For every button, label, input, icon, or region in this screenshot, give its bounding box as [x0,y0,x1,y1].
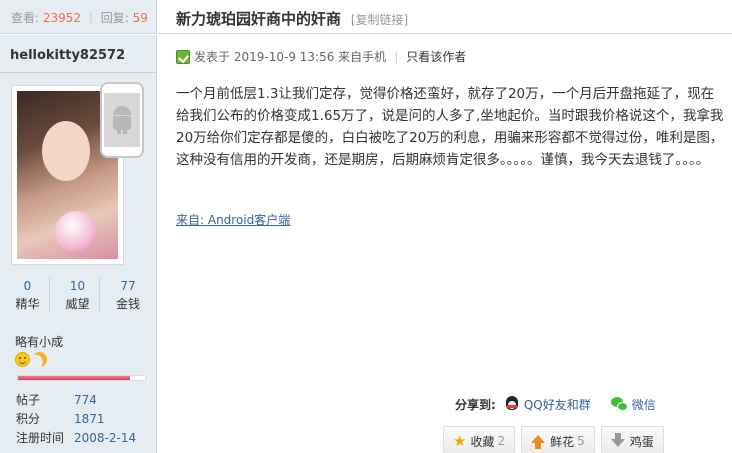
stat-value: 77 [120,279,136,293]
info-key: 注册时间 [16,431,65,445]
mobile-screen [104,93,140,147]
author-sidebar: hellokitty82572 0 精华 10 威望 77 金钱 略有小成 帖子… [0,35,157,453]
info-value[interactable]: 774 [74,391,97,410]
stat-label: 金钱 [115,297,140,311]
author-only-link[interactable]: 只看该作者 [406,48,466,65]
qq-icon[interactable] [504,396,520,413]
level-progress-bar [17,375,146,381]
egg-button[interactable]: 鸡蛋 [600,426,664,453]
info-key: 帖子 [16,393,41,407]
replies-label: 回复: [100,11,129,25]
posted-time: 2019-10-9 13:56 [233,49,335,64]
share-bar: 分享到: QQ好友和群 微信 [455,396,656,413]
flower-button[interactable]: 鲜花 5 [521,426,595,453]
mobile-badge [100,82,144,158]
views-label: 查看: [11,11,40,25]
stat-money[interactable]: 77 金钱 [106,277,150,313]
post-actions: ★ 收藏 2 鲜花 5 鸡蛋 [443,426,664,453]
smiley-icon [15,352,30,367]
thread-title: 新力琥珀园奸商中的奸商 [176,10,342,28]
favorite-label: 收藏 [470,434,495,449]
info-key: 积分 [16,412,41,426]
author-stats: 0 精华 10 威望 77 金钱 [0,277,157,313]
stat-label: 精华 [15,297,40,311]
info-row: 注册时间 2008-2-14 [16,429,136,448]
moon-icon [29,349,49,369]
info-value: 2008-2-14 [74,431,137,445]
avatar-face [42,121,90,181]
thread-stats: 查看: 23952 | 回复: 59 [0,0,157,34]
author-username[interactable]: hellokitty82572 [10,48,125,63]
post-body: 一个月前低层1.3让我们定存，觉得价格还蛮好，就存了20万，一个月后开盘拖延了，… [176,86,724,168]
views-count: 23952 [42,11,82,25]
thumb-down-icon [610,433,625,447]
stat-digest[interactable]: 0 精华 [6,277,50,313]
flower-count: 5 [577,434,585,448]
online-icon [176,49,190,64]
meta-separator: | [394,49,399,64]
stat-value: 10 [69,279,86,293]
thumb-up-icon [531,435,546,449]
favorite-button[interactable]: ★ 收藏 2 [443,426,516,453]
flower-label: 鲜花 [550,434,575,449]
wechat-icon[interactable] [610,397,628,412]
stats-separator: | [88,11,93,25]
posted-prefix: 发表于 [194,50,231,64]
info-row: 积分 1871 [16,410,136,429]
share-wechat-link[interactable]: 微信 [632,396,656,413]
avatar-globe [55,211,97,253]
favorite-count: 2 [497,434,506,448]
info-value[interactable]: 1871 [74,410,105,429]
post-meta: 发表于 2019-10-9 13:56 来自手机 | 只看该作者 [176,48,466,65]
stat-label: 威望 [65,297,90,311]
copy-link-button[interactable]: [复制链接] [351,13,408,27]
share-label: 分享到: [455,398,496,412]
egg-label: 鸡蛋 [629,434,654,449]
posted-source: 来自手机 [338,50,387,64]
author-rank: 略有小成 [15,335,64,349]
divider [0,72,157,73]
from-client-link[interactable]: 来自: Android客户端 [176,211,290,228]
stat-prestige[interactable]: 10 威望 [56,277,100,313]
share-qq-link[interactable]: QQ好友和群 [524,396,591,413]
rank-icons [15,352,47,367]
author-info: 帖子 774 积分 1871 注册时间 2008-2-14 [16,391,136,448]
thread-header: 新力琥珀园奸商中的奸商 [复制链接] [158,0,732,34]
replies-count: 59 [132,11,148,25]
info-row: 帖子 774 [16,391,136,410]
android-icon [111,106,133,134]
level-progress-fill [18,376,130,380]
star-icon: ★ [453,432,467,450]
stat-value: 0 [23,279,32,293]
